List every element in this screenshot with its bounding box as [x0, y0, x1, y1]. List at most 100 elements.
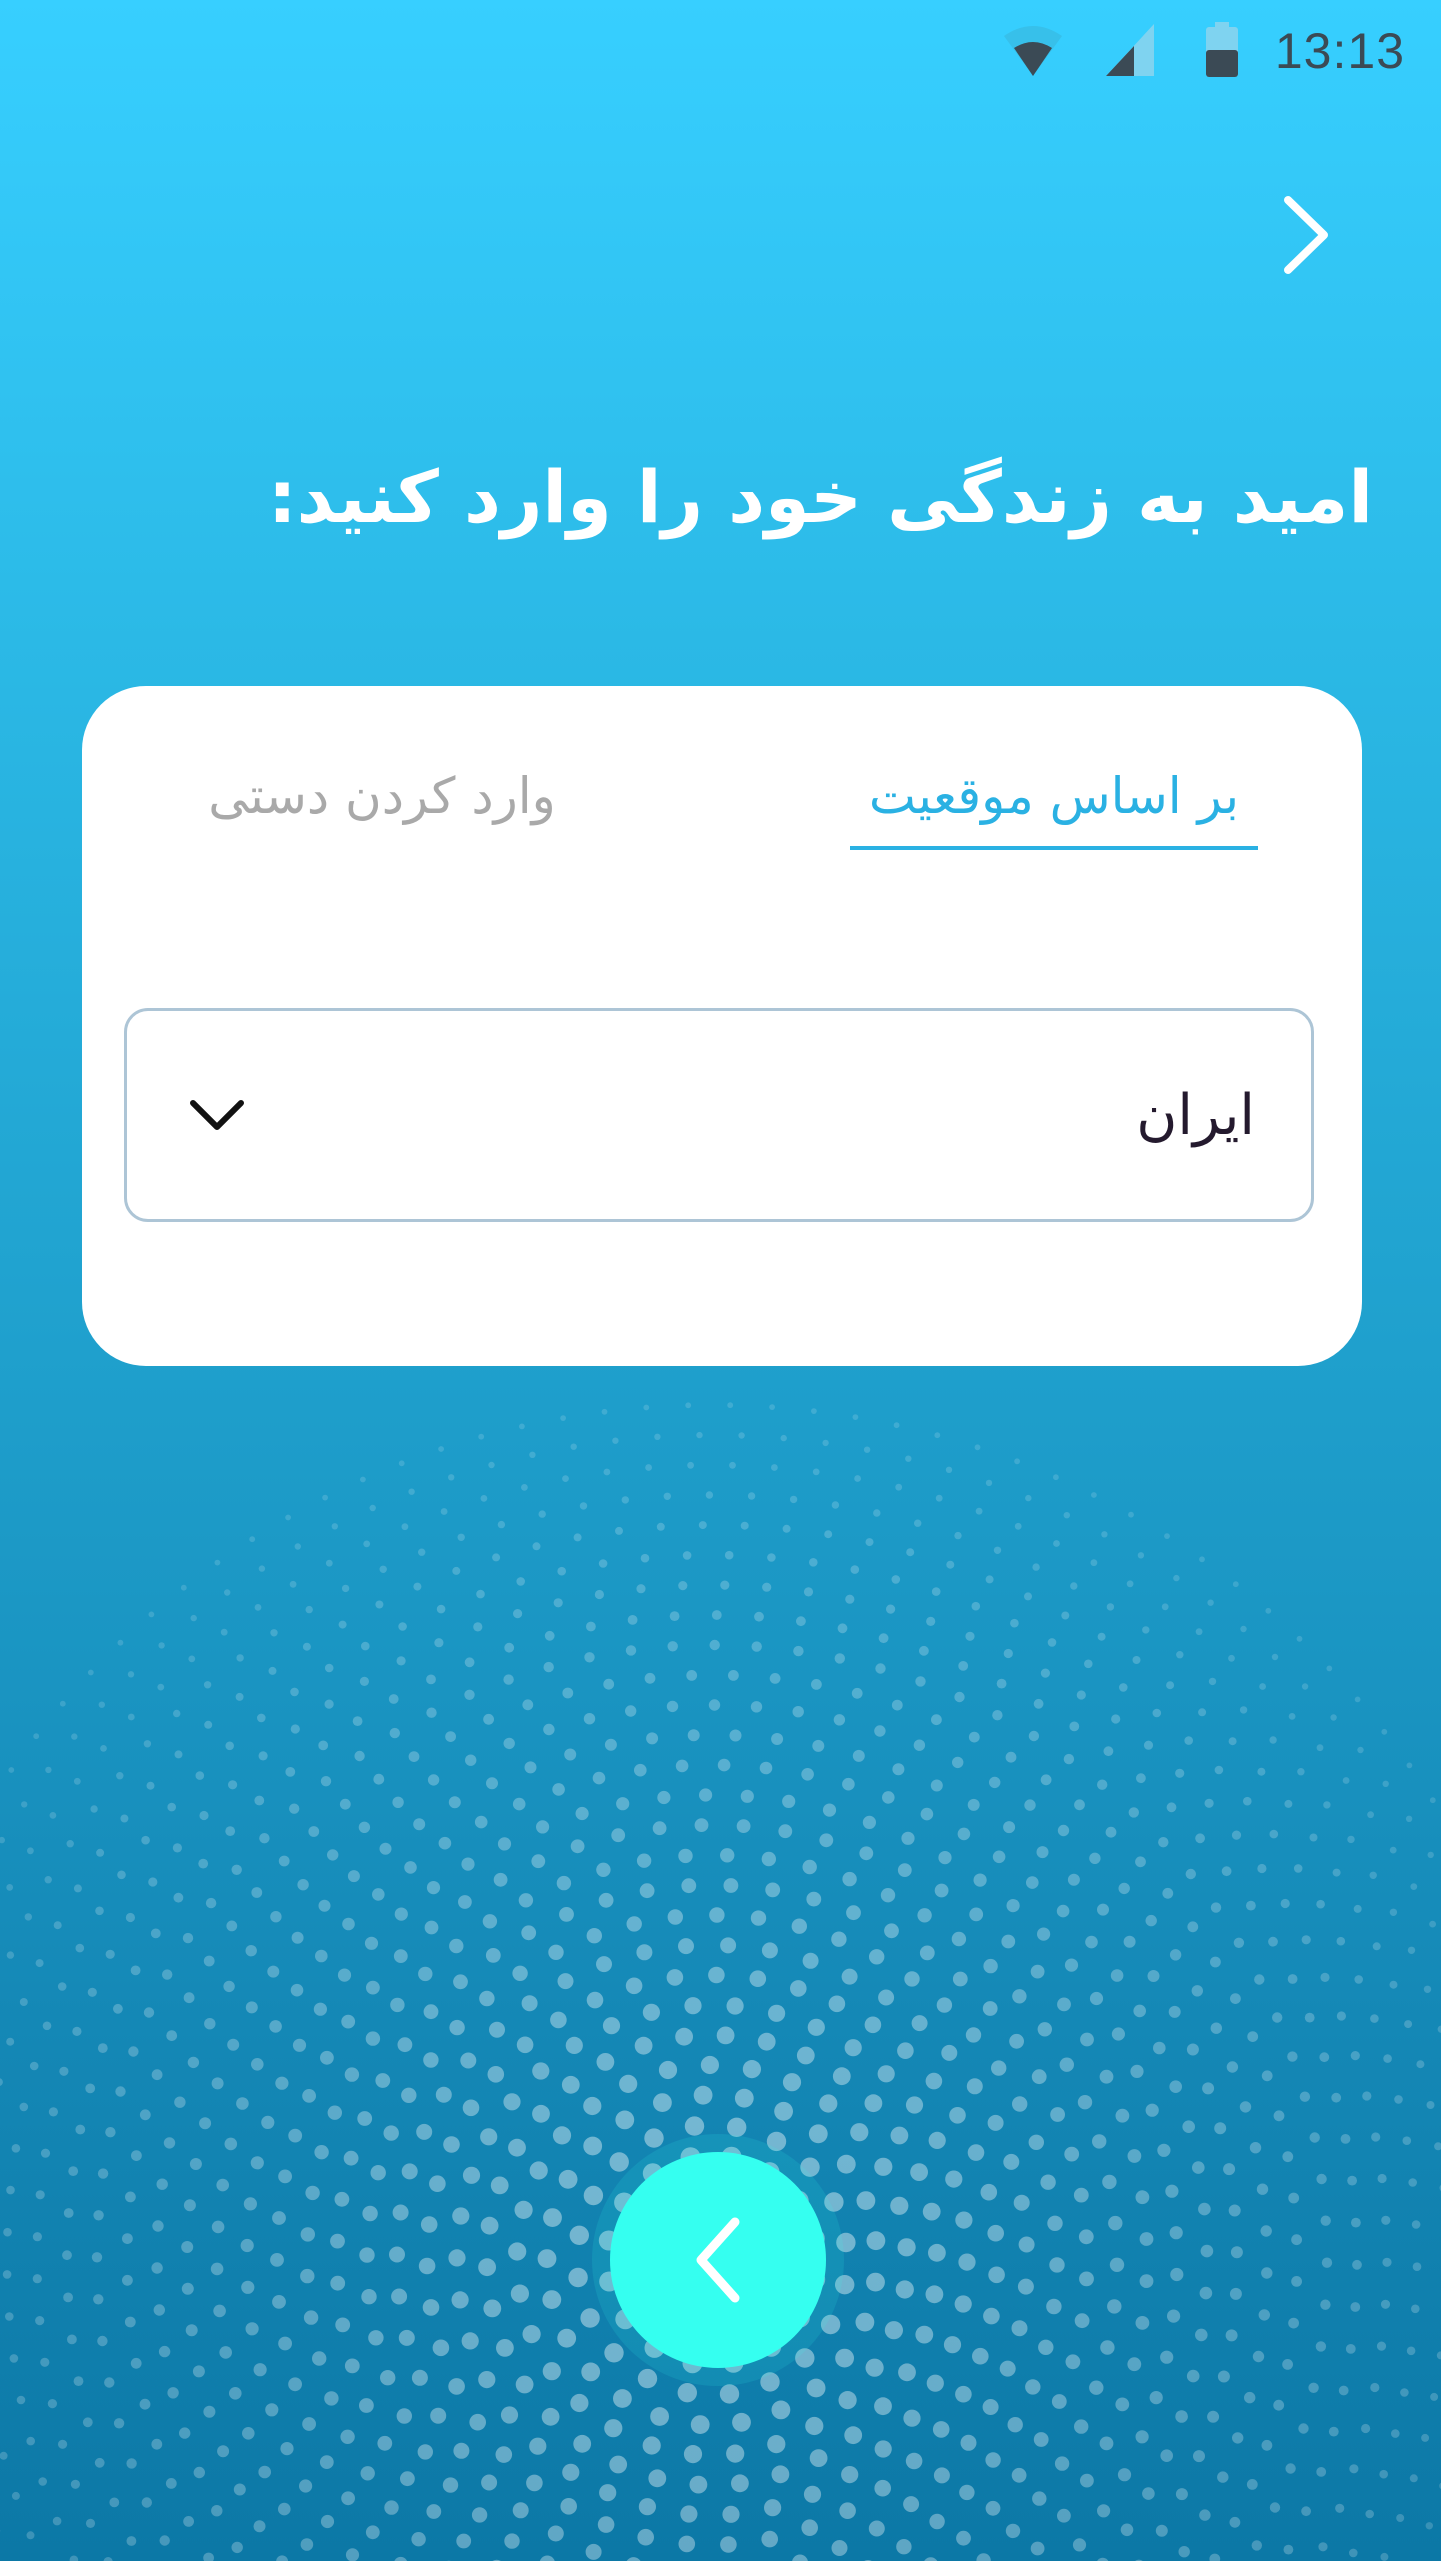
pattern-dot — [1074, 2419, 1089, 2434]
pattern-dot — [451, 2291, 469, 2309]
tab-by-location[interactable]: بر اساس موقعیت — [850, 746, 1258, 850]
pattern-dot — [427, 1774, 440, 1786]
pattern-dot — [915, 1676, 926, 1687]
pattern-dot — [16, 2395, 26, 2405]
pattern-dot — [801, 2519, 818, 2536]
pattern-dot — [389, 2246, 405, 2263]
pattern-dot — [32, 2232, 43, 2242]
pattern-dot — [213, 2304, 226, 2318]
pattern-dot — [1380, 2552, 1389, 2561]
pattern-dot — [269, 2020, 282, 2033]
pattern-dot — [290, 1983, 304, 1997]
pattern-dot — [423, 2004, 439, 2020]
pattern-dot — [1127, 2357, 1142, 2372]
pattern-dot — [1370, 2014, 1379, 2023]
pattern-dot — [874, 2157, 893, 2176]
pattern-dot — [489, 2021, 505, 2038]
pattern-dot — [973, 1873, 987, 1887]
pattern-dot — [442, 2477, 459, 2493]
country-select[interactable]: ایران — [124, 1008, 1314, 1222]
pattern-dot — [253, 2520, 266, 2533]
pattern-dot — [1040, 2174, 1056, 2190]
pattern-dot — [1051, 2394, 1067, 2409]
pattern-dot — [1330, 1714, 1337, 1721]
pattern-dot — [1099, 2436, 1114, 2451]
pattern-dot — [1225, 2329, 1238, 2342]
pattern-dot — [341, 1584, 350, 1593]
pattern-dot — [148, 1877, 158, 1887]
pattern-dot — [370, 2165, 386, 2181]
pattern-dot — [557, 1973, 574, 1990]
pattern-dot — [835, 2275, 855, 2295]
pattern-dot — [1136, 1773, 1146, 1784]
pattern-dot — [548, 1944, 564, 1961]
pattern-dot — [625, 1977, 643, 1995]
pattern-dot — [227, 2038, 240, 2051]
pattern-dot — [354, 1750, 365, 1762]
pattern-dot — [598, 1892, 614, 1908]
pattern-dot — [1402, 2136, 1412, 2145]
pattern-dot — [1080, 2473, 1094, 2488]
pattern-dot — [1111, 1714, 1121, 1724]
pattern-dot — [59, 1700, 66, 1707]
pattern-dot — [211, 2077, 224, 2090]
pattern-dot — [327, 2105, 342, 2120]
pattern-dot — [604, 1738, 617, 1751]
pattern-dot — [259, 1833, 270, 1844]
pattern-dot — [359, 2247, 375, 2263]
pattern-dot — [987, 2224, 1004, 2242]
pattern-dot — [615, 2110, 635, 2130]
pattern-dot — [1005, 1751, 1017, 1763]
pattern-dot — [955, 2211, 973, 2229]
pattern-dot — [1210, 1902, 1222, 1913]
pattern-dot — [806, 1891, 822, 1907]
pattern-dot — [1298, 2423, 1309, 2434]
pattern-dot — [318, 1899, 331, 1912]
pattern-dot — [1421, 2433, 1430, 2442]
pattern-dot — [803, 2485, 822, 2503]
pattern-dot — [928, 2131, 946, 2149]
pattern-dot — [536, 1820, 550, 1834]
pattern-dot — [796, 2046, 815, 2065]
next-button[interactable] — [610, 2152, 826, 2368]
pattern-dot — [394, 2556, 408, 2561]
pattern-dot — [985, 2452, 1001, 2468]
pattern-dot — [1256, 2183, 1269, 2195]
pattern-dot — [1109, 2257, 1125, 2272]
pattern-dot — [642, 2003, 661, 2021]
life-expectancy-screen: 13:13 امید به زندگی خود را وارد کنید: بر… — [0, 0, 1441, 2561]
forward-button[interactable] — [1261, 190, 1351, 280]
pattern-dot — [1053, 1474, 1059, 1481]
pattern-dot — [115, 2086, 126, 2097]
pattern-dot — [245, 2322, 259, 2336]
pattern-dot — [280, 2442, 294, 2456]
tab-manual-entry[interactable]: وارد کردن دستی — [182, 746, 582, 846]
status-time: 13:13 — [1274, 23, 1405, 79]
pattern-dot — [836, 2232, 856, 2253]
pattern-dot — [1199, 2286, 1213, 2300]
wifi-icon — [1000, 22, 1066, 82]
pattern-dot — [727, 1402, 734, 1409]
pattern-dot — [199, 1810, 209, 1821]
pattern-dot — [35, 2190, 45, 2200]
pattern-dot — [1078, 2229, 1094, 2245]
pattern-dot — [483, 2299, 502, 2318]
pattern-dot — [570, 1443, 577, 1450]
pattern-dot — [290, 1724, 300, 1734]
pattern-dot — [602, 2017, 621, 2035]
pattern-dot — [1352, 2259, 1362, 2270]
pattern-dot — [761, 2530, 778, 2548]
pattern-dot — [251, 1887, 263, 1898]
pattern-dot — [38, 2477, 47, 2486]
pattern-dot — [300, 2227, 315, 2242]
pattern-dot — [851, 1687, 863, 1699]
pattern-dot — [6, 1884, 14, 1891]
pattern-dot — [570, 1839, 585, 1854]
pattern-dot — [609, 2152, 629, 2172]
pattern-dot — [1320, 2299, 1331, 2310]
pattern-dot — [700, 2055, 720, 2075]
pattern-dot — [683, 2445, 703, 2464]
pattern-dot — [443, 2136, 460, 2153]
pattern-dot — [6, 1951, 15, 1959]
pattern-dot — [159, 2535, 170, 2546]
